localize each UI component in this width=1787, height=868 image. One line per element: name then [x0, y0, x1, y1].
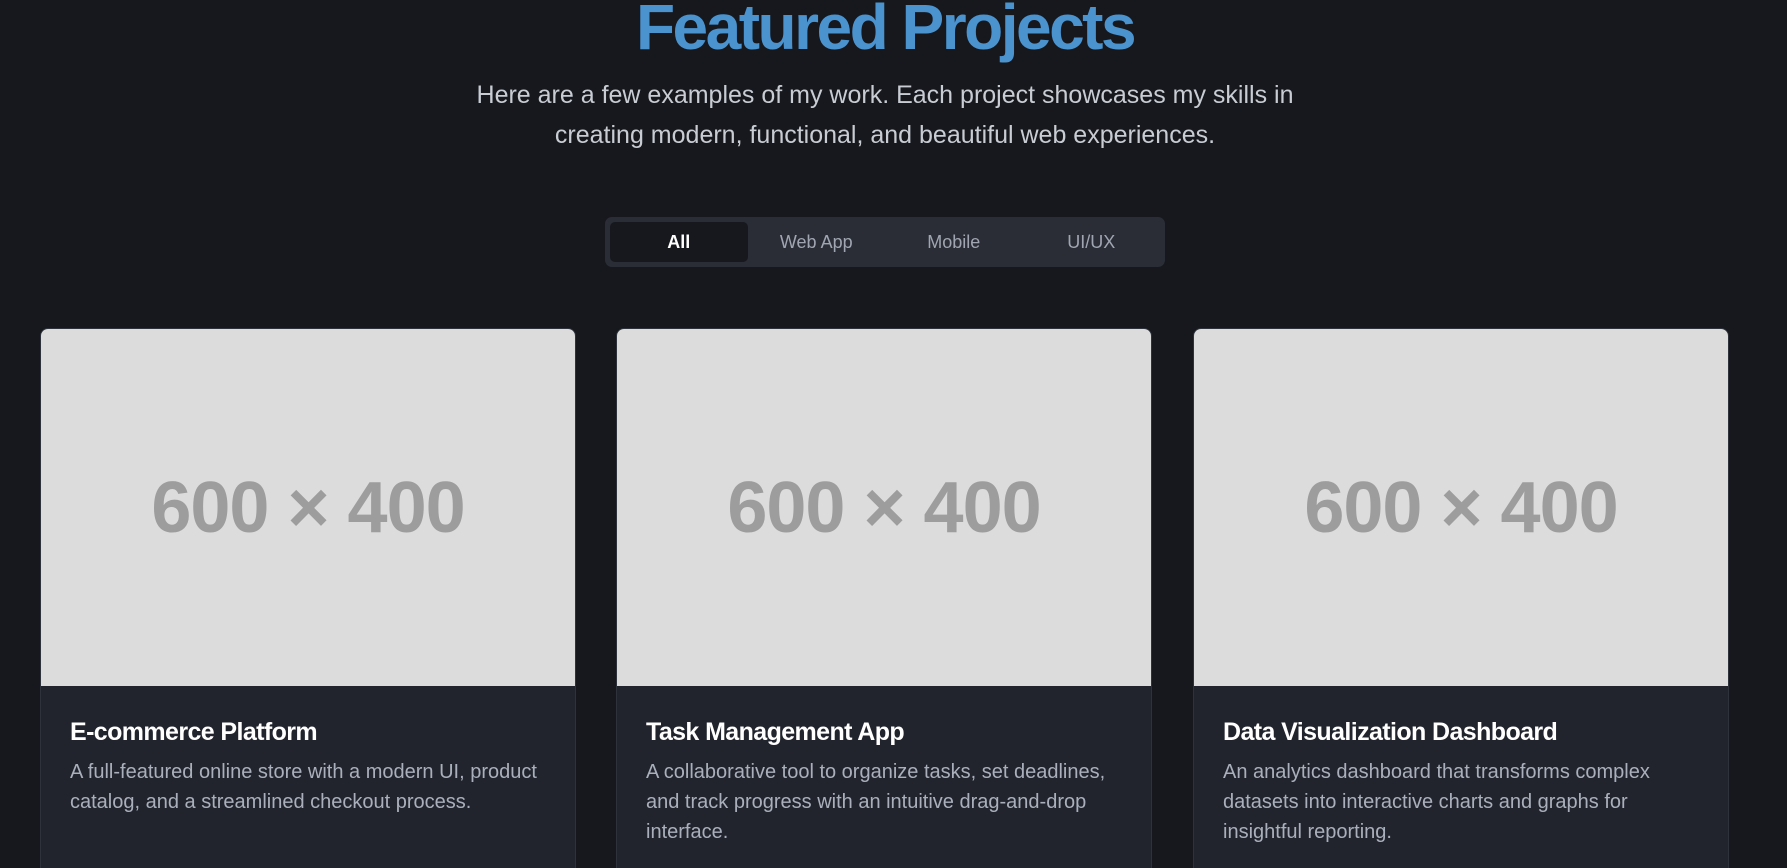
project-card-body: Data Visualization Dashboard An analytic…: [1194, 686, 1728, 847]
project-title: E-commerce Platform: [70, 718, 318, 746]
project-card-task-management[interactable]: 600 × 400 Task Management App A collabor…: [616, 328, 1152, 868]
project-description: A collaborative tool to organize tasks, …: [646, 761, 1106, 843]
project-image-placeholder: 600 × 400: [1194, 329, 1728, 686]
project-card-ecommerce[interactable]: 600 × 400 E-commerce Platform A full-fea…: [40, 328, 576, 868]
placeholder-dimensions: 600 × 400: [151, 467, 465, 548]
project-description: A full-featured online store with a mode…: [70, 761, 537, 813]
placeholder-dimensions: 600 × 400: [1304, 467, 1618, 548]
filter-tab-ui-ux[interactable]: UI/UX: [1023, 222, 1161, 262]
project-image-placeholder: 600 × 400: [617, 329, 1151, 686]
placeholder-dimensions: 600 × 400: [727, 467, 1041, 548]
project-card-body: E-commerce Platform A full-featured onli…: [41, 686, 575, 817]
project-title: Data Visualization Dashboard: [1223, 718, 1558, 746]
project-image-placeholder: 600 × 400: [41, 329, 575, 686]
project-card-body: Task Management App A collaborative tool…: [617, 686, 1151, 847]
project-filter-tabs: All Web App Mobile UI/UX: [605, 217, 1165, 267]
projects-section: Featured Projects Here are a few example…: [0, 0, 1787, 868]
filter-tab-mobile[interactable]: Mobile: [885, 222, 1023, 262]
filter-tab-web-app[interactable]: Web App: [748, 222, 886, 262]
filter-tab-all[interactable]: All: [610, 222, 748, 262]
project-title: Task Management App: [646, 718, 905, 746]
section-subtitle: Here are a few examples of my work. Each…: [476, 81, 1294, 149]
section-title: Featured Projects: [635, 0, 1137, 63]
project-card-data-visualization[interactable]: 600 × 400 Data Visualization Dashboard A…: [1193, 328, 1729, 868]
project-description: An analytics dashboard that transforms c…: [1223, 761, 1650, 843]
